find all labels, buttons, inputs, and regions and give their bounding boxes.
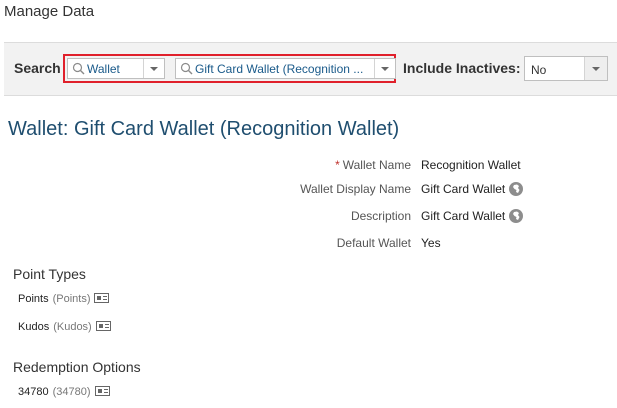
field-value: Gift Card Wallet — [421, 182, 524, 196]
details-card-icon[interactable] — [95, 321, 111, 331]
details-card-icon[interactable] — [94, 293, 110, 303]
field-label: * Wallet Name — [335, 158, 411, 172]
required-marker: * — [335, 158, 340, 172]
page-title: Manage Data — [4, 3, 95, 20]
field-label: Wallet Display Name — [300, 182, 411, 196]
field-label: Description — [350, 209, 411, 223]
search-label: Search — [14, 60, 61, 76]
item-name: Points — [18, 293, 49, 305]
wallet-title: Wallet: Gift Card Wallet (Recognition Wa… — [8, 118, 400, 140]
object-item-value: Gift Card Wallet (Recognition ... — [195, 62, 364, 76]
details-card-icon[interactable] — [94, 386, 110, 396]
object-item-combobox[interactable]: Gift Card Wallet (Recognition ... — [175, 58, 396, 79]
item-name: 34780 — [18, 386, 49, 398]
field-value: Recognition Wallet — [421, 158, 521, 172]
chevron-down-icon — [592, 67, 600, 71]
search-icon — [72, 62, 85, 75]
field-value: Gift Card Wallet — [421, 209, 524, 223]
search-bar: Search Wallet Gift Card Wallet (Recognit… — [4, 42, 617, 96]
include-inactives-dropdown-button[interactable] — [584, 57, 607, 80]
point-type-item: Points (Points) — [18, 293, 110, 305]
point-types-title: Point Types — [13, 266, 86, 282]
object-type-combobox[interactable]: Wallet — [67, 58, 165, 79]
chevron-down-icon — [150, 67, 158, 71]
globe-icon[interactable] — [509, 209, 524, 223]
field-default-wallet: Default Wallet Yes — [0, 236, 617, 256]
include-inactives-value: No — [531, 63, 547, 77]
search-icon — [180, 62, 193, 75]
item-name: Kudos — [18, 321, 50, 333]
point-type-item: Kudos (Kudos) — [18, 321, 111, 333]
redemption-options-title: Redemption Options — [13, 359, 141, 375]
field-label: Default Wallet — [336, 236, 411, 250]
globe-icon[interactable] — [509, 182, 524, 196]
object-type-dropdown-button[interactable] — [143, 59, 164, 78]
item-code: (34780) — [52, 386, 91, 398]
field-wallet-name: * Wallet Name Recognition Wallet — [0, 158, 617, 178]
chevron-down-icon — [381, 67, 389, 71]
include-inactives-select[interactable]: No — [524, 56, 608, 81]
object-type-value: Wallet — [87, 62, 120, 76]
field-wallet-display-name: Wallet Display Name Gift Card Wallet — [0, 182, 617, 202]
item-code: (Points) — [52, 293, 91, 305]
include-inactives-label: Include Inactives: — [403, 60, 521, 76]
item-code: (Kudos) — [53, 321, 92, 333]
redemption-option-item: 34780 (34780) — [18, 386, 110, 398]
field-value: Yes — [421, 236, 441, 250]
field-description: Description Gift Card Wallet — [0, 209, 617, 229]
object-item-dropdown-button[interactable] — [374, 59, 395, 78]
